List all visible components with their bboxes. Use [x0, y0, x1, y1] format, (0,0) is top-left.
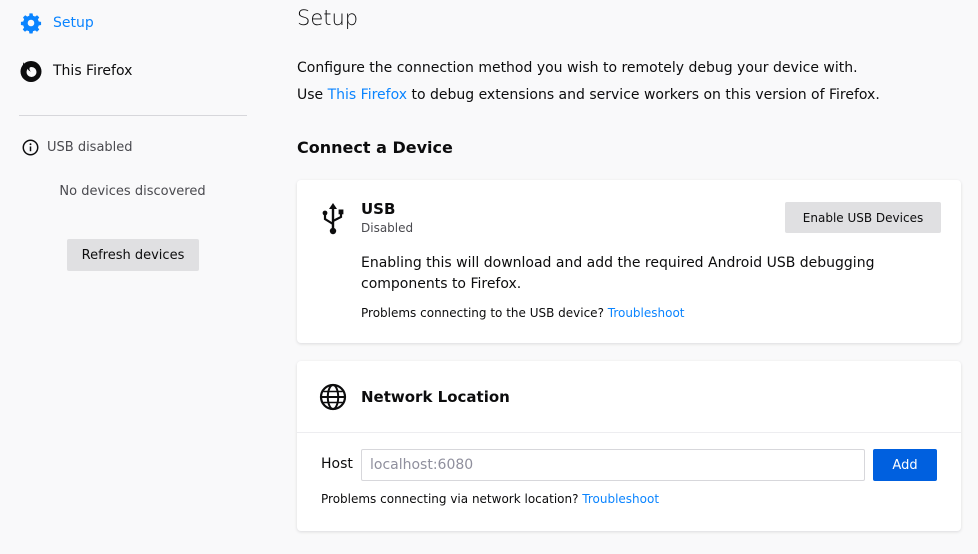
this-firefox-link[interactable]: This Firefox: [328, 87, 407, 103]
globe-icon: [319, 383, 347, 411]
intro-suffix: to debug extensions and service workers …: [407, 87, 880, 103]
network-location-card: Network Location Host Add Problems conne…: [297, 361, 961, 531]
usb-status: USB disabled: [22, 139, 133, 156]
gear-icon: [19, 11, 43, 35]
network-location-title: Network Location: [361, 388, 510, 406]
usb-icon: [319, 200, 347, 236]
sidebar-item-setup[interactable]: Setup: [19, 11, 94, 35]
network-problem-label: Problems connecting via network location…: [321, 492, 583, 506]
network-troubleshoot-text: Problems connecting via network location…: [321, 492, 659, 506]
intro-text: Configure the connection method you wish…: [297, 60, 858, 76]
usb-status-text: Disabled: [361, 221, 414, 235]
about-debugging-page: Setup This Firefox USB disabled No devic…: [0, 0, 978, 554]
sidebar: Setup This Firefox USB disabled No devic…: [0, 0, 265, 554]
network-troubleshoot-link[interactable]: Troubleshoot: [582, 492, 659, 506]
sidebar-item-label: Setup: [53, 15, 94, 31]
card-divider: [297, 432, 961, 433]
usb-troubleshoot-link[interactable]: Troubleshoot: [608, 306, 685, 320]
sidebar-item-this-firefox[interactable]: This Firefox: [19, 59, 132, 83]
refresh-devices-button[interactable]: Refresh devices: [67, 239, 199, 271]
intro-text-this-firefox: Use This Firefox to debug extensions and…: [297, 87, 880, 103]
usb-card: USB Disabled Enable USB Devices Enabling…: [297, 180, 961, 343]
sidebar-item-label: This Firefox: [53, 63, 133, 79]
sidebar-divider: [19, 115, 247, 116]
firefox-icon: [19, 59, 43, 83]
enable-usb-devices-button[interactable]: Enable USB Devices: [785, 202, 941, 233]
connect-device-heading: Connect a Device: [297, 138, 453, 157]
usb-status-label: USB disabled: [47, 140, 133, 155]
usb-title: USB: [361, 200, 396, 218]
info-icon: [22, 139, 39, 156]
add-host-button[interactable]: Add: [873, 449, 937, 481]
no-devices-message: No devices discovered: [59, 184, 206, 199]
usb-problem-label: Problems connecting to the USB device?: [361, 306, 608, 320]
usb-troubleshoot-text: Problems connecting to the USB device? T…: [361, 306, 685, 320]
intro-prefix: Use: [297, 87, 328, 103]
usb-description: Enabling this will download and add the …: [361, 255, 875, 292]
host-label: Host: [321, 456, 353, 472]
page-title: Setup: [297, 6, 359, 30]
host-input[interactable]: [361, 449, 865, 481]
